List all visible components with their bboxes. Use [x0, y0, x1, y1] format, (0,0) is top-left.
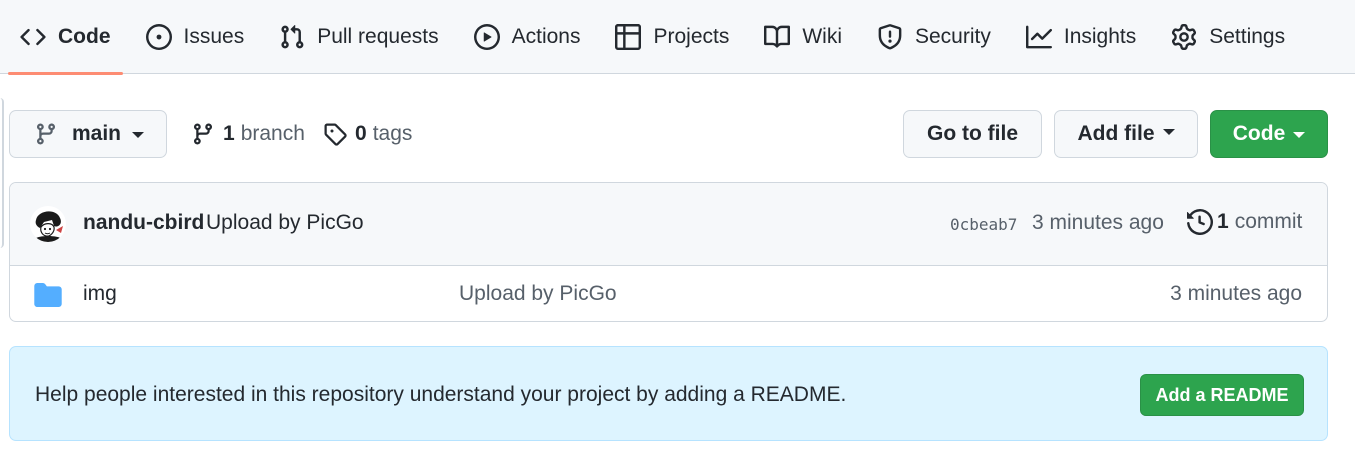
- shield-icon: [877, 24, 903, 50]
- branches-link[interactable]: 1 branch: [191, 117, 305, 151]
- chevron-down-icon: [1162, 129, 1175, 135]
- tab-actions[interactable]: Actions: [462, 0, 593, 74]
- commit-message-link[interactable]: Upload by PicGo: [206, 211, 364, 235]
- tab-label: Insights: [1063, 25, 1137, 48]
- chevron-down-icon: [1293, 132, 1306, 138]
- branch-name: main: [72, 122, 122, 145]
- tab-wiki[interactable]: Wiki: [752, 0, 854, 74]
- file-name-link[interactable]: img: [83, 282, 117, 306]
- tab-label: Actions: [511, 25, 581, 48]
- tab-pull-requests[interactable]: Pull requests: [267, 0, 450, 74]
- tab-settings[interactable]: Settings: [1159, 0, 1297, 74]
- tab-security[interactable]: Security: [865, 0, 1003, 74]
- table-row[interactable]: img Upload by PicGo 3 minutes ago: [10, 266, 1327, 321]
- book-icon: [764, 24, 791, 50]
- tab-label: Code: [58, 25, 111, 48]
- branch-count: 1: [223, 122, 235, 145]
- add-readme-label: Add a README: [1155, 384, 1289, 405]
- gear-icon: [1171, 24, 1197, 50]
- left-edge-divider: [0, 98, 4, 248]
- tag-label: tags: [372, 122, 413, 145]
- add-file-label: Add file: [1077, 122, 1155, 145]
- file-commit-message-link[interactable]: Upload by PicGo: [459, 282, 617, 306]
- avatar[interactable]: [30, 206, 66, 242]
- readme-banner: Help people interested in this repositor…: [9, 346, 1328, 441]
- issue-opened-icon: [145, 24, 172, 50]
- go-to-file-button[interactable]: Go to file: [903, 110, 1042, 158]
- branch-select-button[interactable]: main: [9, 110, 167, 158]
- history-icon: [1187, 209, 1213, 235]
- go-to-file-label: Go to file: [927, 122, 1018, 145]
- commit-sha-link[interactable]: 0cbeab7: [950, 215, 1017, 234]
- add-file-button[interactable]: Add file: [1054, 110, 1198, 158]
- tab-label: Pull requests: [317, 25, 439, 48]
- commit-history-link[interactable]: 1 commit: [1187, 209, 1302, 235]
- git-pull-request-icon: [279, 24, 305, 50]
- readme-banner-text: Help people interested in this repositor…: [35, 383, 847, 406]
- tab-label: Issues: [183, 25, 245, 48]
- tab-label: Wiki: [802, 25, 842, 48]
- commit-author-link[interactable]: nandu-cbird: [83, 211, 204, 235]
- latest-commit-row: nandu-cbird Upload by PicGo 0cbeab7 3 mi…: [10, 183, 1327, 266]
- repo-nav: Code Issues Pull requests Actions Projec…: [0, 0, 1355, 75]
- branch-label: branch: [240, 122, 305, 145]
- code-dropdown-button[interactable]: Code: [1210, 110, 1328, 158]
- play-icon: [473, 24, 500, 50]
- tab-label: Projects: [653, 25, 730, 48]
- table-icon: [615, 24, 642, 50]
- tab-label: Settings: [1209, 25, 1286, 48]
- tag-count: 0: [355, 122, 367, 145]
- commit-label: commit: [1234, 210, 1303, 233]
- commit-count: 1: [1217, 210, 1229, 233]
- folder-icon: [34, 283, 62, 307]
- code-icon: [20, 24, 46, 50]
- graph-icon: [1025, 24, 1052, 50]
- tags-link[interactable]: 0 tags: [323, 117, 412, 151]
- file-listing: nandu-cbird Upload by PicGo 0cbeab7 3 mi…: [9, 182, 1328, 322]
- add-readme-button[interactable]: Add a README: [1140, 374, 1304, 416]
- commit-time: 3 minutes ago: [1032, 211, 1164, 234]
- tag-icon: [323, 122, 347, 146]
- tab-code[interactable]: Code: [8, 0, 123, 75]
- tab-projects[interactable]: Projects: [603, 0, 741, 74]
- tab-label: Security: [915, 25, 991, 48]
- git-branch-icon: [34, 122, 58, 146]
- code-label: Code: [1232, 122, 1286, 145]
- chevron-down-icon: [132, 132, 145, 138]
- tab-issues[interactable]: Issues: [134, 0, 257, 74]
- git-branch-icon: [191, 122, 215, 146]
- file-commit-time: 3 minutes ago: [1170, 282, 1302, 305]
- tab-insights[interactable]: Insights: [1014, 0, 1148, 74]
